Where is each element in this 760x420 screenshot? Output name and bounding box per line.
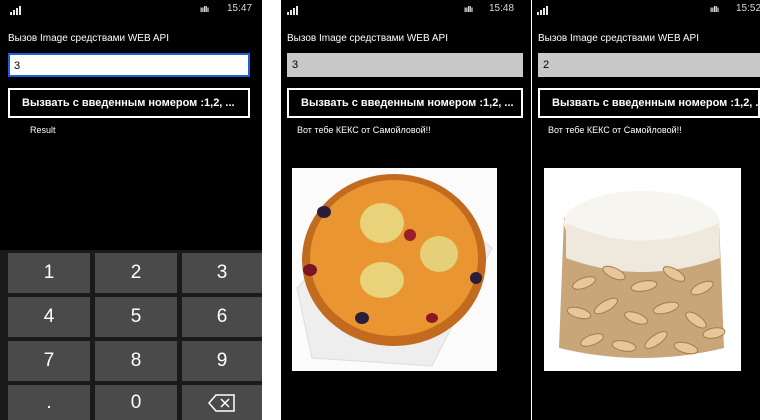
battery-icon: ııllı xyxy=(710,5,719,14)
key-2[interactable]: 2 xyxy=(95,253,177,293)
key-5[interactable]: 5 xyxy=(95,297,177,337)
key-8[interactable]: 8 xyxy=(95,341,177,381)
result-text: Вот тебе КЕКС от Самойловой!! xyxy=(297,125,431,135)
key-6[interactable]: 6 xyxy=(182,297,262,337)
status-bar: ııllı 15:48 xyxy=(281,0,531,20)
backspace-key[interactable] xyxy=(182,385,262,420)
status-bar: ııllı 15:52 xyxy=(532,0,760,20)
key-4[interactable]: 4 xyxy=(8,297,90,337)
key-9[interactable]: 9 xyxy=(182,341,262,381)
key-3[interactable]: 3 xyxy=(182,253,262,293)
result-text: Вот тебе КЕКС от Самойловой!! xyxy=(548,125,682,135)
key-7[interactable]: 7 xyxy=(8,341,90,381)
status-time: 15:47 xyxy=(227,3,253,14)
backspace-icon xyxy=(208,393,235,412)
key-0[interactable]: 0 xyxy=(95,385,177,420)
app-title: Вызов Image средствами WEB API xyxy=(287,33,448,44)
number-input[interactable]: 2 xyxy=(538,53,760,77)
battery-icon: ııllı xyxy=(200,5,209,14)
call-button[interactable]: Вызвать с введенным номером :1,2, ... xyxy=(287,88,523,118)
key-dot[interactable]: . xyxy=(8,385,90,420)
status-time: 15:52 xyxy=(736,3,760,14)
numeric-keypad: 1 2 3 4 5 6 7 8 9 . 0 xyxy=(0,250,262,420)
number-input[interactable]: 3 xyxy=(287,53,523,77)
cake-image xyxy=(292,168,497,371)
signal-icon xyxy=(287,6,301,15)
signal-icon xyxy=(537,6,551,15)
phone-screen-3: ııllı 15:52 Вызов Image средствами WEB A… xyxy=(532,0,760,420)
status-bar: ııllı 15:47 xyxy=(0,0,262,20)
phone-screen-2: ııllı 15:48 Вызов Image средствами WEB A… xyxy=(281,0,531,420)
signal-icon xyxy=(10,6,24,15)
result-text: Result xyxy=(30,125,56,135)
battery-icon: ııllı xyxy=(464,5,473,14)
cake-image xyxy=(544,168,741,371)
call-button[interactable]: Вызвать с введенным номером :1,2, ... xyxy=(8,88,250,118)
call-button[interactable]: Вызвать с введенным номером :1,2, ... xyxy=(538,88,760,118)
app-title: Вызов Image средствами WEB API xyxy=(538,33,699,44)
app-title: Вызов Image средствами WEB API xyxy=(8,33,169,44)
status-time: 15:48 xyxy=(489,3,515,14)
key-1[interactable]: 1 xyxy=(8,253,90,293)
phone-screen-1: ııllı 15:47 Вызов Image средствами WEB A… xyxy=(0,0,262,420)
number-input[interactable]: 3 xyxy=(8,53,250,77)
